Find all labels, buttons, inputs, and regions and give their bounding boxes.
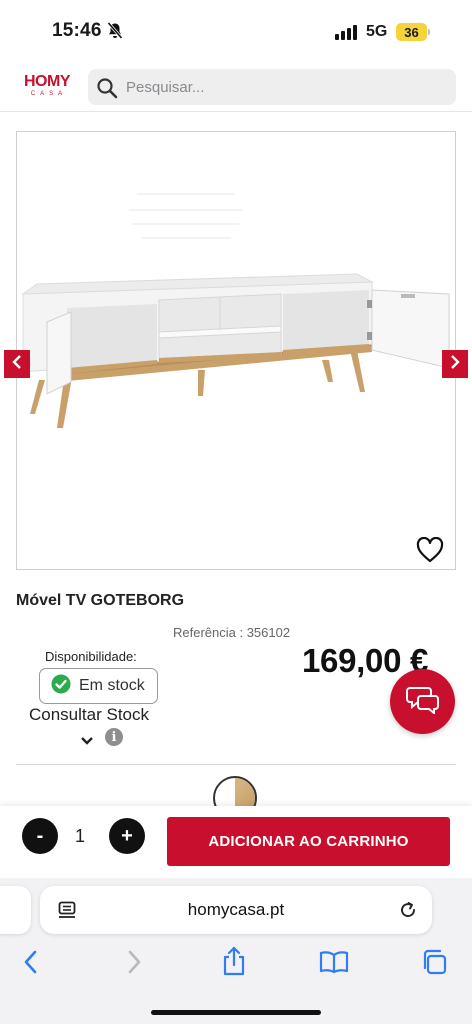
network-type: 5G [366,23,388,40]
chevron-down-icon[interactable] [80,733,94,751]
signal-icon [335,24,357,40]
forward-icon[interactable] [125,950,143,979]
quantity-value[interactable]: 1 [75,826,85,847]
add-to-cart-button[interactable]: ADICIONAR AO CARRINHO [167,817,450,866]
chat-icon [405,684,440,719]
next-image-button[interactable] [442,350,468,378]
url-text[interactable]: homycasa.pt [40,900,432,920]
previous-tab-peek[interactable] [0,886,31,934]
tv-stand-illustration [21,193,450,428]
back-icon[interactable] [22,950,40,979]
prev-image-button[interactable] [4,350,30,378]
battery-icon: 36 [396,23,430,41]
stock-status-text: Em stock [79,677,145,694]
product-reference: Referência : 356102 [173,625,291,640]
add-to-cart-bar: - 1 + ADICIONAR AO CARRINHO [0,806,472,878]
status-bar: 15:46 5G 36 [0,0,472,62]
availability-label: Disponibilidade: [45,649,137,664]
address-bar[interactable]: homycasa.pt [40,886,432,934]
home-indicator [151,1010,321,1015]
search-box[interactable] [88,69,456,105]
header-divider [0,111,472,112]
stock-status-badge: Em stock [39,668,158,704]
quantity-increase-button[interactable]: + [109,818,145,854]
browser-toolbar: homycasa.pt [0,878,472,1024]
search-input[interactable] [126,69,446,105]
search-icon [96,77,118,104]
bookmarks-icon[interactable] [319,950,349,979]
product-title: Móvel TV GOTEBORG [16,592,185,609]
consult-stock-link[interactable]: Consultar Stock [29,705,149,725]
battery-level: 36 [396,23,427,41]
logo-main-text: HOMY [24,73,71,90]
heart-icon[interactable] [416,536,444,568]
tabs-icon[interactable] [421,949,447,980]
product-image[interactable] [16,131,456,570]
reload-icon[interactable] [398,900,418,925]
homy-logo[interactable]: HOMY CASA [20,74,74,98]
chevron-right-icon [450,354,460,374]
logo-sub-text: CASA [30,91,68,97]
section-divider [16,764,456,765]
info-icon[interactable]: i [105,728,123,746]
chevron-left-icon [12,354,22,374]
status-time: 15:46 [52,20,102,41]
quantity-decrease-button[interactable]: - [22,818,58,854]
site-header: HOMY CASA [0,62,472,112]
chat-button[interactable] [390,669,455,734]
check-circle-icon [51,674,71,699]
share-icon[interactable] [221,946,247,981]
bell-slash-icon [107,22,123,45]
